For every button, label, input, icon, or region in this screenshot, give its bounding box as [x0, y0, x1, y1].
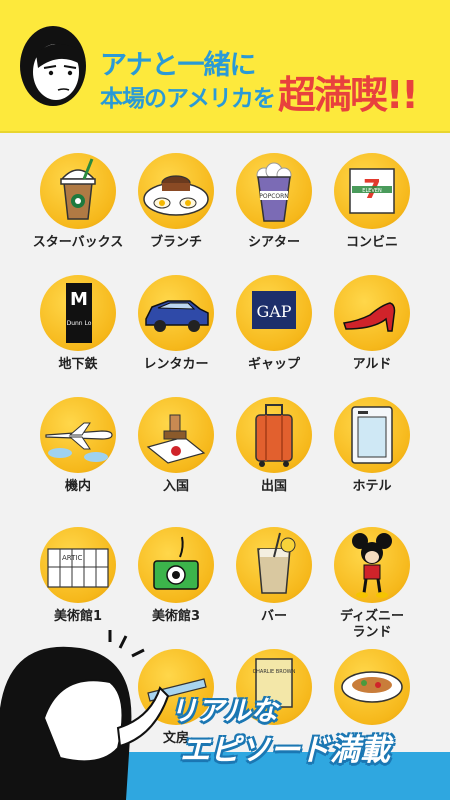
- item-label: バー: [260, 609, 287, 624]
- seven-eleven-text: ELEVEN: [362, 188, 382, 194]
- car-icon: [145, 300, 209, 332]
- subway-sign-text: Dunn Lo: [67, 320, 92, 327]
- item-circle: ARTIC: [40, 527, 116, 603]
- item-label: アルド: [352, 357, 392, 372]
- item-circle: [40, 153, 116, 229]
- museum-building-icon: ARTIC: [47, 548, 109, 588]
- high-heel-icon: [343, 302, 396, 332]
- popcorn-icon: POPCORN: [256, 162, 292, 222]
- item-label: ブランチ: [149, 235, 202, 250]
- item-circle: [40, 397, 116, 473]
- item-circle: [138, 153, 214, 229]
- item-circle: [334, 275, 410, 351]
- item-circle: [236, 527, 312, 603]
- item-label: レンタカー: [143, 357, 209, 372]
- dinner-plate-icon: [341, 671, 403, 703]
- brunch-plate-icon: [143, 175, 209, 216]
- item-circle: [334, 527, 410, 603]
- headline-line2: 本場のアメリカを: [100, 86, 276, 112]
- item-circle: [236, 397, 312, 473]
- airplane-icon: [45, 422, 113, 462]
- camera-icon: [153, 536, 199, 590]
- seven-eleven-icon: 7 ELEVEN: [349, 168, 395, 214]
- item-circle: 7 ELEVEN: [334, 153, 410, 229]
- suitcase-icon: [255, 404, 293, 467]
- item-circle: [138, 527, 214, 603]
- item-label: ギャップ: [247, 357, 300, 372]
- item-label: 地下鉄: [58, 357, 98, 372]
- item-circle: POPCORN: [236, 153, 312, 229]
- item-label: シアター: [247, 235, 300, 250]
- passport-stamp-icon: [146, 414, 206, 464]
- slogan-line2: エピソード満載: [180, 733, 390, 768]
- item-label: 入国: [162, 479, 189, 494]
- item-label: ホテル: [352, 479, 392, 494]
- item-circle: GAP: [236, 275, 312, 351]
- hotel-fridge-icon: [351, 406, 393, 464]
- item-circle: [138, 275, 214, 351]
- svg-text:M: M: [70, 289, 88, 310]
- header-banner: アナと一緒に 本場のアメリカを 超満喫!!: [0, 0, 450, 133]
- item-label: コンビニ: [345, 235, 398, 250]
- item-circle: [334, 649, 410, 725]
- item-label: スターバックス: [32, 235, 124, 250]
- character-icon: [0, 630, 170, 800]
- item-label: ディズニー ランド: [339, 609, 405, 640]
- item-circle: [334, 397, 410, 473]
- mickey-icon: [352, 533, 392, 598]
- gap-logo-text: GAP: [256, 302, 291, 321]
- drink-glass-icon: [257, 532, 296, 594]
- item-label: 美術館1: [53, 609, 103, 624]
- gap-logo-icon: GAP: [252, 291, 296, 329]
- item-label: 美術館3: [151, 609, 201, 624]
- slogan-line1: リアルな: [170, 696, 278, 727]
- svg-text:POPCORN: POPCORN: [259, 193, 289, 200]
- headline-line3: 超満喫!!: [278, 73, 419, 117]
- subway-sign-icon: M Dunn Lo: [66, 283, 92, 343]
- item-circle: M Dunn Lo: [40, 275, 116, 351]
- museum-sign-text: ARTIC: [62, 554, 82, 562]
- book-title-text: CHARLIE BROWN: [253, 669, 296, 675]
- coffee-icon: [60, 158, 96, 220]
- item-label: 機内: [64, 479, 91, 494]
- character-face-icon: [20, 26, 86, 106]
- headline-line1: アナと一緒に: [100, 50, 256, 81]
- item-circle: [138, 397, 214, 473]
- item-label: 出国: [260, 479, 287, 494]
